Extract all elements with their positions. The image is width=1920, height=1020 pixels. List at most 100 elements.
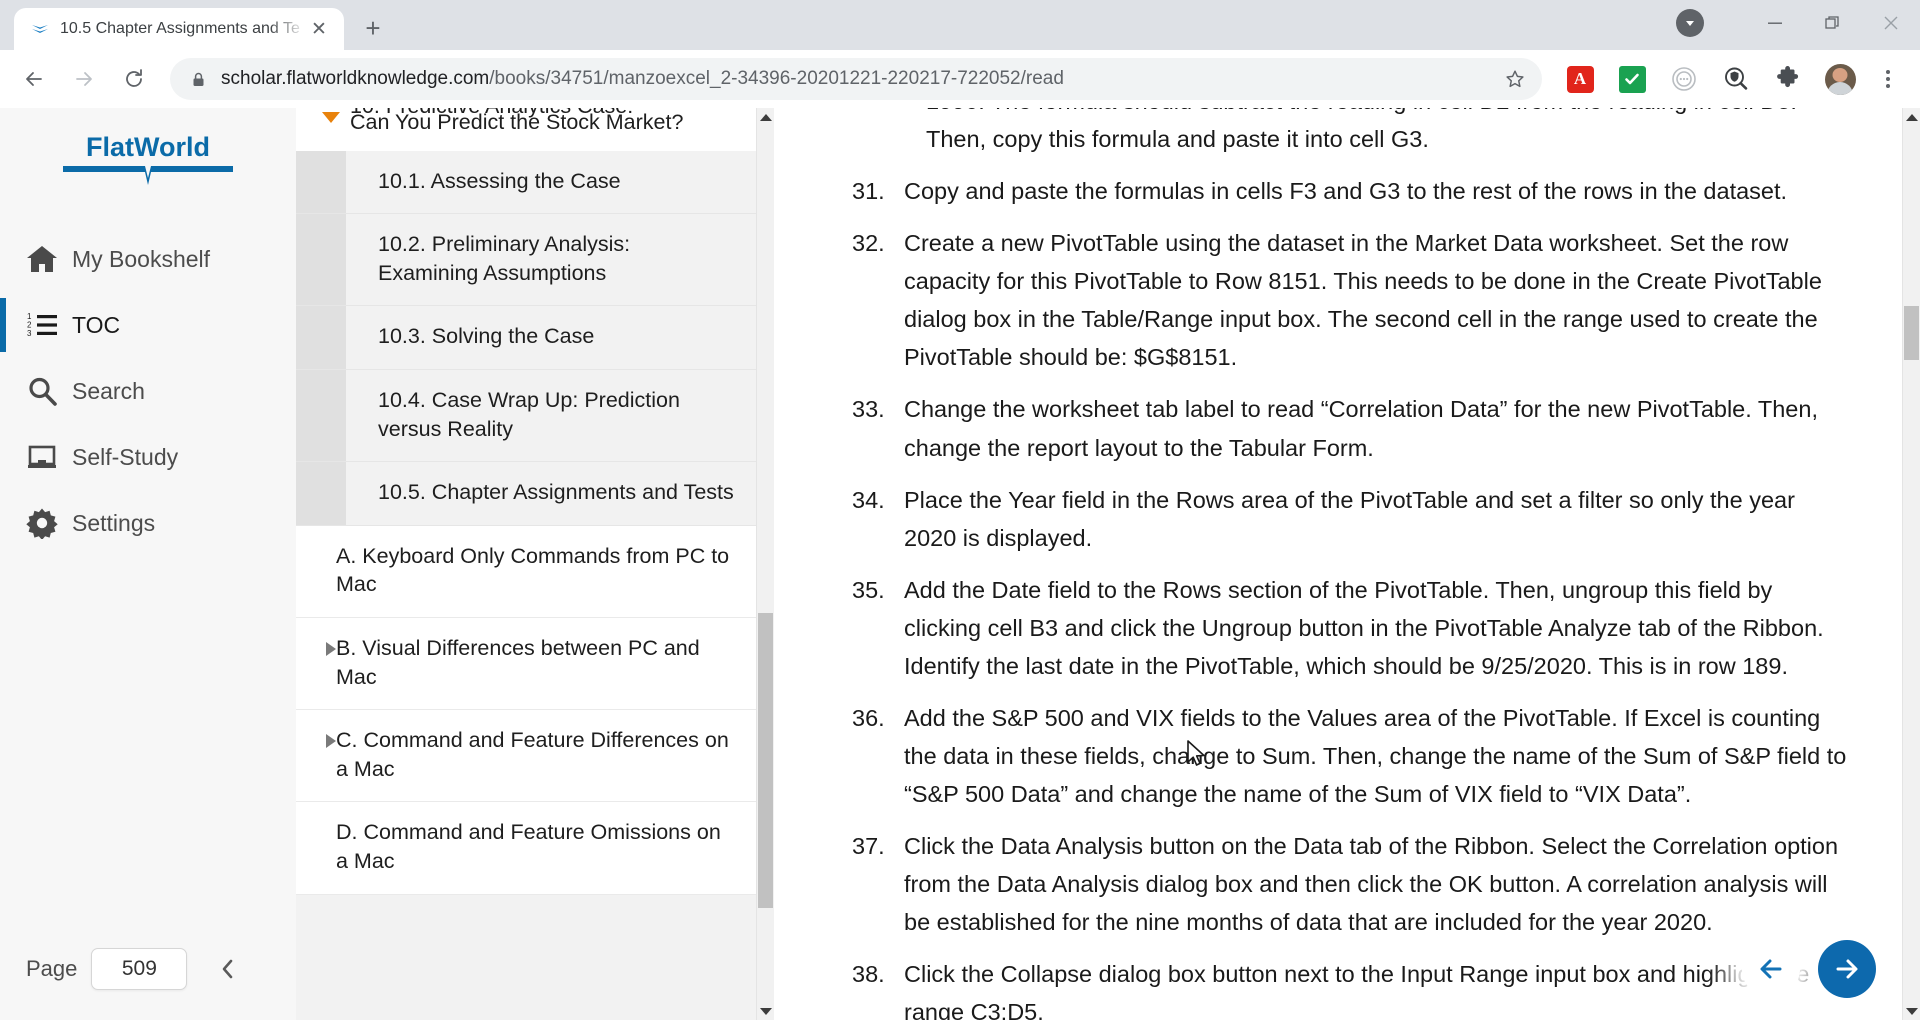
list-item-text: Click the Data Analysis button on the Da… — [904, 833, 1839, 936]
toc-panel: 10. Predictive Analytics Case: Can You P… — [296, 108, 774, 1020]
sidebar-item-toc[interactable]: 1 2 3 TOC — [0, 292, 296, 358]
window-controls — [1676, 0, 1920, 46]
toc-scrollbar[interactable] — [756, 108, 774, 1020]
reader-scrollbar[interactable] — [1902, 108, 1920, 1020]
close-window-button[interactable] — [1862, 0, 1920, 46]
toc-item-appendix-a[interactable]: A. Keyboard Only Commands from PC to Mac — [296, 525, 756, 618]
adobe-acrobat-extension-icon[interactable]: A — [1560, 59, 1600, 99]
reader-content: 1990. The formula should subtract the re… — [774, 108, 1920, 1020]
browser-window: 10.5 Chapter Assignments and Te ✕ + scho… — [0, 0, 1920, 1020]
maximize-button[interactable] — [1804, 0, 1862, 46]
tab-strip: 10.5 Chapter Assignments and Te ✕ + — [0, 0, 1920, 50]
toc-item-10-2[interactable]: 10.2. Preliminary Analysis: Examining As… — [296, 214, 756, 307]
toc-list: 10. Predictive Analytics Case: Can You P… — [296, 108, 756, 895]
scroll-up-arrow-icon[interactable] — [757, 108, 774, 126]
list-item-number: 34. — [852, 486, 885, 513]
toc-chapter-heading[interactable]: 10. Predictive Analytics Case: Can You P… — [296, 108, 756, 151]
toc-item-10-4[interactable]: 10.4. Case Wrap Up: Prediction versus Re… — [296, 369, 756, 463]
minimize-button[interactable] — [1746, 0, 1804, 46]
previous-page-button[interactable] — [1742, 940, 1800, 998]
address-bar[interactable]: scholar.flatworldknowledge.com/books/347… — [170, 58, 1542, 100]
sidebar-item-label: Self-Study — [72, 443, 179, 470]
list-item-number: 31. — [852, 178, 885, 205]
list-item-number: 38. — [852, 961, 885, 988]
reader-scrollbar-thumb[interactable] — [1904, 306, 1919, 360]
svg-text:3: 3 — [27, 329, 32, 338]
sidebar-item-label: TOC — [72, 311, 121, 338]
sidebar-item-label: My Bookshelf — [72, 245, 211, 272]
puzzle-extensions-icon[interactable] — [1768, 59, 1808, 99]
flatworld-logo: FlatWorld — [0, 108, 296, 226]
profile-avatar[interactable] — [1820, 59, 1860, 99]
toc-item-label: A. Keyboard Only Commands from PC to Mac — [336, 543, 730, 597]
list-item: 36. Add the S&P 500 and VIX fields to th… — [852, 699, 1850, 813]
list-item: 31. Copy and paste the formulas in cells… — [852, 172, 1850, 210]
sidebar-item-label: Settings — [72, 509, 156, 536]
list-item-number: 35. — [852, 576, 885, 603]
toc-item-label: C. Command and Feature Differences on a … — [336, 728, 729, 781]
toc-item-10-3[interactable]: 10.3. Solving the Case — [296, 306, 756, 370]
assignment-list: 31. Copy and paste the formulas in cells… — [852, 172, 1850, 1020]
sidebar-item-search[interactable]: Search — [0, 358, 296, 424]
ordered-list-icon: 1 2 3 — [26, 309, 72, 341]
green-check-extension-icon[interactable] — [1612, 59, 1652, 99]
toc-chapter-clipped-line: 10. Predictive Analytics Case: — [350, 108, 633, 121]
sidebar-nav-list: My Bookshelf 1 2 3 TOC Search Self-Study… — [0, 226, 296, 556]
download-indicator-icon[interactable] — [1676, 9, 1704, 37]
toc-item-label: D. Command and Feature Omissions on a Ma… — [336, 820, 721, 873]
list-item: 34. Place the Year field in the Rows are… — [852, 481, 1850, 557]
new-tab-button[interactable]: + — [354, 9, 392, 47]
toc-item-10-1[interactable]: 10.1. Assessing the Case — [296, 150, 756, 215]
toc-item-appendix-c[interactable]: C. Command and Feature Differences on a … — [296, 710, 756, 803]
page-viewport: FlatWorld My Bookshelf 1 2 3 TOC Search … — [0, 108, 1920, 1020]
scroll-down-arrow-icon[interactable] — [1903, 1002, 1920, 1020]
list-item: 32. Create a new PivotTable using the da… — [852, 224, 1850, 376]
chevron-down-icon[interactable] — [322, 112, 340, 123]
url-domain: scholar.flatworldknowledge.com — [221, 68, 490, 89]
list-item-text: Place the Year field in the Rows area of… — [904, 486, 1795, 551]
page-navigator: Page 509 — [0, 948, 296, 1020]
toc-item-appendix-d[interactable]: D. Command and Feature Omissions on a Ma… — [296, 802, 756, 895]
page-number-input[interactable]: 509 — [91, 948, 188, 990]
chevron-right-icon[interactable] — [326, 734, 336, 749]
shield-search-extension-icon[interactable] — [1716, 59, 1756, 99]
chat-bubble-extension-icon[interactable] — [1664, 59, 1704, 99]
list-item: 38. Click the Collapse dialog box button… — [852, 955, 1850, 1020]
forward-button[interactable] — [62, 57, 106, 101]
toc-scrollbar-thumb[interactable] — [758, 613, 773, 908]
reader-pane: 1990. The formula should subtract the re… — [774, 108, 1920, 1020]
list-item-text: Add the Date field to the Rows section o… — [904, 576, 1824, 679]
list-item: 35. Add the Date field to the Rows secti… — [852, 571, 1850, 685]
search-icon — [26, 375, 72, 407]
list-item-number: 36. — [852, 704, 885, 731]
sidebar-item-my-bookshelf[interactable]: My Bookshelf — [0, 226, 296, 292]
extensions-row: A — [1554, 59, 1908, 99]
bookmark-star-icon[interactable] — [1496, 60, 1534, 98]
sidebar-item-self-study[interactable]: Self-Study — [0, 424, 296, 490]
page-navigation-buttons — [1742, 940, 1876, 998]
toc-item-label: B. Visual Differences between PC and Mac — [336, 635, 700, 689]
chevron-right-icon[interactable] — [326, 641, 336, 656]
app-sidebar: FlatWorld My Bookshelf 1 2 3 TOC Search … — [0, 108, 296, 1020]
reload-button[interactable] — [112, 57, 156, 101]
tab-title: 10.5 Chapter Assignments and Te — [60, 20, 300, 37]
chrome-menu-kebab[interactable] — [1868, 59, 1908, 99]
toc-item-10-5[interactable]: 10.5. Chapter Assignments and Tests — [296, 462, 756, 526]
url-text: scholar.flatworldknowledge.com/books/347… — [221, 68, 1496, 90]
toc-item-label: 10.3. Solving the Case — [378, 324, 595, 349]
home-icon — [26, 243, 72, 275]
tab-close-icon[interactable]: ✕ — [306, 16, 332, 42]
back-button[interactable] — [12, 57, 56, 101]
scroll-down-arrow-icon[interactable] — [757, 1002, 774, 1020]
next-page-button[interactable] — [1818, 940, 1876, 998]
chevron-left-icon[interactable] — [211, 952, 245, 986]
continuation-paragraph: 1990. The formula should subtract the re… — [926, 108, 1797, 153]
scroll-up-arrow-icon[interactable] — [1903, 108, 1920, 126]
browser-tab[interactable]: 10.5 Chapter Assignments and Te ✕ — [14, 8, 344, 50]
toc-item-label: 10.4. Case Wrap Up: Prediction versus Re… — [378, 387, 680, 441]
list-item-text: Add the S&P 500 and VIX fields to the Va… — [904, 704, 1847, 807]
toc-item-appendix-b[interactable]: B. Visual Differences between PC and Mac — [296, 617, 756, 711]
toc-item-label: 10.1. Assessing the Case — [378, 168, 621, 193]
sidebar-item-settings[interactable]: Settings — [0, 490, 296, 556]
